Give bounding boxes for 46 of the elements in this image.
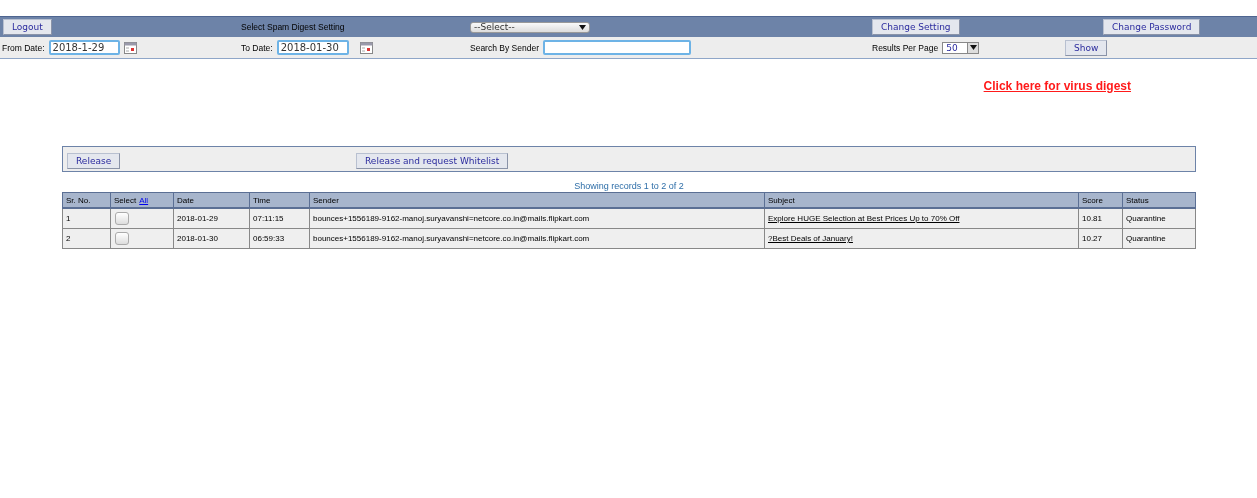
table-cell: 06:59:33 [253, 234, 285, 243]
column-header: Time [253, 195, 271, 205]
to-date-field[interactable]: 2018-01-30 [276, 40, 349, 55]
column-header: Sr. No. [66, 195, 91, 205]
search-sender-label: Search By Sender [470, 42, 539, 53]
table-cell: 2018-01-30 [177, 234, 218, 243]
column-header: Status [1126, 195, 1149, 205]
column-header: Date [177, 195, 194, 205]
table-cell: bounces+1556189-9162-manoj.suryavanshi=netcore.co.in@mails.flipkart.com [313, 234, 590, 243]
select-all-link[interactable]: All [139, 195, 149, 205]
table-cell: 07:11:15 [253, 214, 284, 223]
column-header: Select [114, 195, 137, 205]
records-info: Showing records 1 to 2 of 2 [574, 181, 684, 191]
from-date-field[interactable]: 2018-1-29 [48, 40, 120, 55]
column-header: Subject [768, 195, 795, 205]
caret-icon [969, 45, 977, 50]
table-cell: 2018-01-29 [177, 214, 218, 223]
table-cell: bounces+1556189-9162-manoj.suryavanshi=netcore.co.in@mails.flipkart.com [313, 214, 590, 223]
column-header: Sender [313, 195, 339, 205]
digest-setting-label: Select Spam Digest Setting [241, 22, 345, 32]
release-button[interactable]: Release and request Whitelist [356, 152, 509, 169]
release-button[interactable]: Release [67, 152, 121, 169]
table-cell: 10.27 [1082, 234, 1103, 243]
calendar-icon[interactable] [359, 41, 373, 54]
logout-button[interactable]: Logout [3, 19, 52, 35]
results-per-page-select[interactable]: 50 [942, 41, 980, 54]
table-cell: 10.81 [1082, 214, 1103, 223]
digest-select[interactable]: --Select-- [470, 21, 590, 33]
to-date-label: To Date: [241, 42, 273, 53]
from-date-label: From Date: [2, 42, 45, 53]
table-cell: 1 [66, 214, 71, 223]
virus-digest-link[interactable]: Click here for virus digest [983, 79, 1131, 117]
table-cell: Quarantine [1126, 234, 1166, 243]
change-setting-button[interactable]: Change Setting [872, 19, 960, 35]
column-header: Score [1082, 195, 1103, 205]
show-button[interactable]: Show [1065, 39, 1108, 56]
subject-link[interactable]: ?Best Deals of January! [768, 234, 853, 243]
calendar-icon[interactable] [123, 41, 137, 54]
search-sender-field[interactable] [543, 40, 691, 55]
row-checkbox[interactable] [115, 212, 129, 225]
table-cell: 2 [66, 234, 71, 243]
table-cell: Quarantine [1126, 214, 1166, 223]
change-password-button[interactable]: Change Password [1103, 19, 1201, 35]
caret-icon [579, 24, 586, 30]
results-per-page-label: Results Per Page [872, 42, 939, 53]
row-checkbox[interactable] [115, 232, 129, 245]
